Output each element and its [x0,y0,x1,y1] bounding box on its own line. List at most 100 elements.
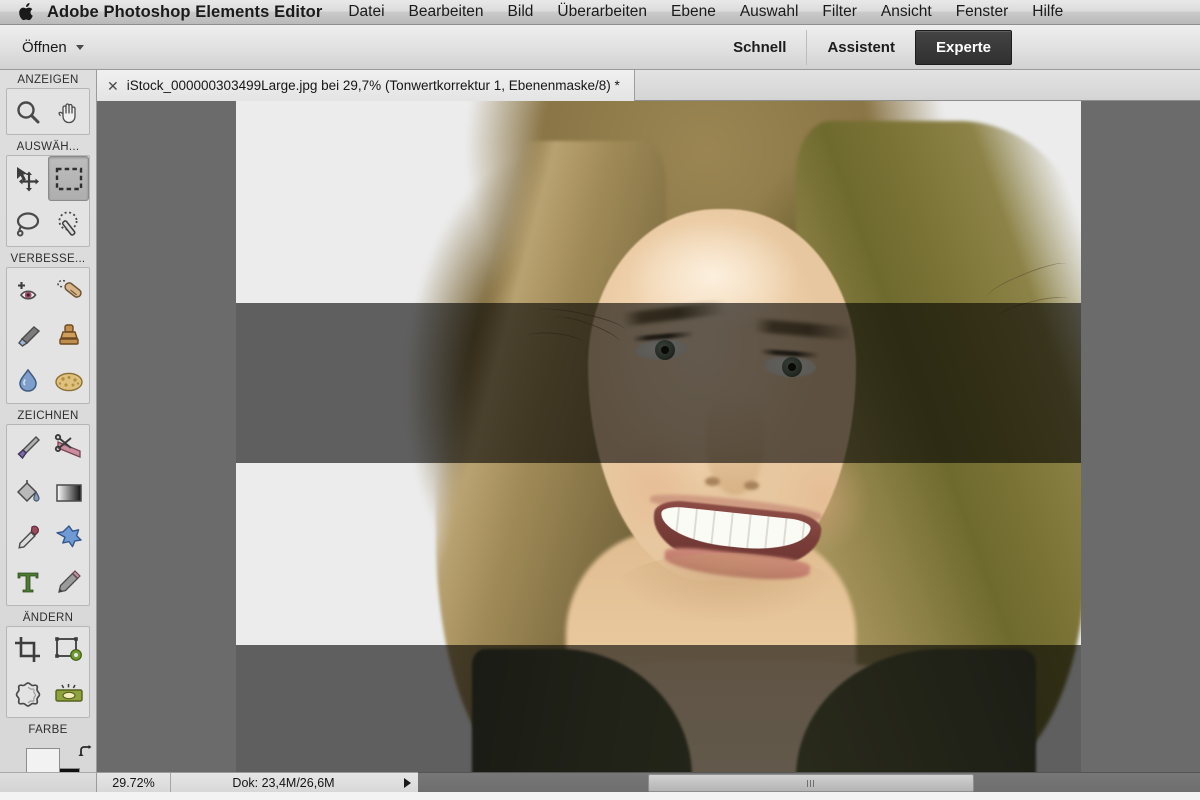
content-aware-move-tool[interactable] [7,672,48,717]
move-tool[interactable] [7,156,48,201]
toolgroup-verbessern [6,267,90,404]
horizontal-scrollbar-thumb[interactable] [648,774,974,792]
scissors-icon [54,433,84,462]
menu-item-ansicht[interactable]: Ansicht [881,3,932,21]
toolgroup-label-verbessern: VERBESSE... [10,253,86,265]
crop-icon [14,636,42,664]
macos-menu-bar: Adobe Photoshop Elements Editor Datei Be… [0,0,1200,25]
menu-item-filter[interactable]: Filter [822,3,856,21]
quick-selection-tool[interactable] [48,201,89,246]
straighten-tool[interactable] [48,672,89,717]
recompose-tool[interactable] [48,627,89,672]
tab-assistent-label: Assistent [827,39,895,56]
lasso-tool[interactable] [7,201,48,246]
chevron-down-icon [75,44,84,50]
hand-icon [56,99,82,125]
red-eye-icon [13,278,43,304]
menu-item-ueberarbeiten[interactable]: Überarbeiten [557,3,647,21]
toolgroup-auswaehlen [6,155,90,247]
toolgroup-label-anzeigen: ANZEIGEN [17,74,79,86]
smudge-icon [14,323,42,349]
blur-tool[interactable] [7,358,48,403]
star-shape-icon [55,524,83,552]
grip-dots-icon [806,779,816,787]
swap-arrows-icon[interactable] [78,744,94,765]
paint-bucket-icon [14,479,42,507]
menu-item-hilfe[interactable]: Hilfe [1032,3,1063,21]
nostril-right [744,481,759,490]
horizontal-scrollbar[interactable] [418,772,1200,792]
apple-logo-icon[interactable] [18,3,33,21]
document-tab[interactable]: ✕ iStock_000000303499Large.jpg bei 29,7%… [97,70,635,101]
cookie-shape-icon [14,681,42,709]
document-size-label: Dok: 23,4M/26,6M [232,775,335,790]
photoshop-elements-window: Adobe Photoshop Elements Editor Datei Be… [0,0,1200,800]
tools-panel: ANZEIGEN AUSWÄH... VERBESSE... ZEICHNEN … [0,70,97,800]
image-canvas[interactable] [236,101,1081,772]
eyedropper-icon [14,524,42,552]
canvas-workspace[interactable] [97,101,1200,772]
crop-tool[interactable] [7,627,48,672]
menu-item-ebene[interactable]: Ebene [671,3,716,21]
rectangular-marquee-tool[interactable] [48,156,89,201]
toolgroup-aendern [6,626,90,718]
menu-item-datei[interactable]: Datei [348,3,384,21]
spot-healing-brush-tool[interactable] [48,268,89,313]
toolgroup-anzeigen [6,88,90,135]
sponge-tool[interactable] [48,358,89,403]
toolgroup-zeichnen [6,424,90,606]
toolgroup-label-auswaehlen: AUSWÄH... [16,141,80,153]
clone-stamp-tool[interactable] [48,313,89,358]
open-button-label: Öffnen [22,38,67,56]
toolgroup-label-zeichnen: ZEICHNEN [17,410,79,422]
close-icon[interactable]: ✕ [107,79,119,93]
open-button[interactable]: Öffnen [14,32,92,62]
move-arrow-icon [13,165,43,193]
pencil-tool[interactable] [48,560,89,605]
gradient-icon [54,481,84,505]
zoom-level-field[interactable]: 29.72% [97,773,171,792]
tools-panel-footer [0,772,97,792]
custom-shape-tool[interactable] [48,515,89,560]
app-toolbar: Öffnen Schnell Assistent Experte [0,25,1200,70]
type-tool[interactable] [7,560,48,605]
hand-tool[interactable] [48,89,89,134]
gradient-tool[interactable] [48,470,89,515]
window-bottom-edge [0,792,1200,800]
menu-item-fenster[interactable]: Fenster [956,3,1009,21]
eyedropper-tool[interactable] [7,515,48,560]
portrait-photo [236,101,1081,772]
level-icon [54,683,84,707]
brush-tool[interactable] [7,425,48,470]
nostril-left [705,477,720,486]
smudge-tool[interactable] [7,313,48,358]
mode-switcher: Schnell Assistent Experte [713,30,1012,65]
triangle-right-icon [403,777,411,788]
pupil-right [788,363,796,371]
tab-experte[interactable]: Experte [914,30,1012,65]
tab-schnell-label: Schnell [733,39,787,56]
toolgroup-label-aendern: ÄNDERN [22,612,74,624]
magnifier-icon [15,99,41,125]
document-tab-strip: ✕ iStock_000000303499Large.jpg bei 29,7%… [97,70,1200,101]
tab-experte-label: Experte [935,39,991,56]
menu-item-bearbeiten[interactable]: Bearbeiten [409,3,484,21]
red-eye-removal-tool[interactable] [7,268,48,313]
magic-wand-icon [55,210,83,238]
text-t-icon [15,569,41,597]
menu-item-bild[interactable]: Bild [508,3,534,21]
sponge-icon [54,369,84,393]
recompose-gear-icon [54,636,84,664]
app-name-label: Adobe Photoshop Elements Editor [47,2,323,21]
jaw-shadow [616,553,836,623]
status-expand-button[interactable] [396,773,418,792]
lasso-icon [14,210,42,238]
menu-item-auswahl[interactable]: Auswahl [740,3,799,21]
document-tab-label: iStock_000000303499Large.jpg bei 29,7% (… [126,78,620,93]
pupil-left [661,346,669,354]
tab-schnell[interactable]: Schnell [713,30,806,65]
paint-bucket-tool[interactable] [7,470,48,515]
zoom-tool[interactable] [7,89,48,134]
cookie-cutter-tool[interactable] [48,425,89,470]
tab-assistent[interactable]: Assistent [806,30,915,65]
